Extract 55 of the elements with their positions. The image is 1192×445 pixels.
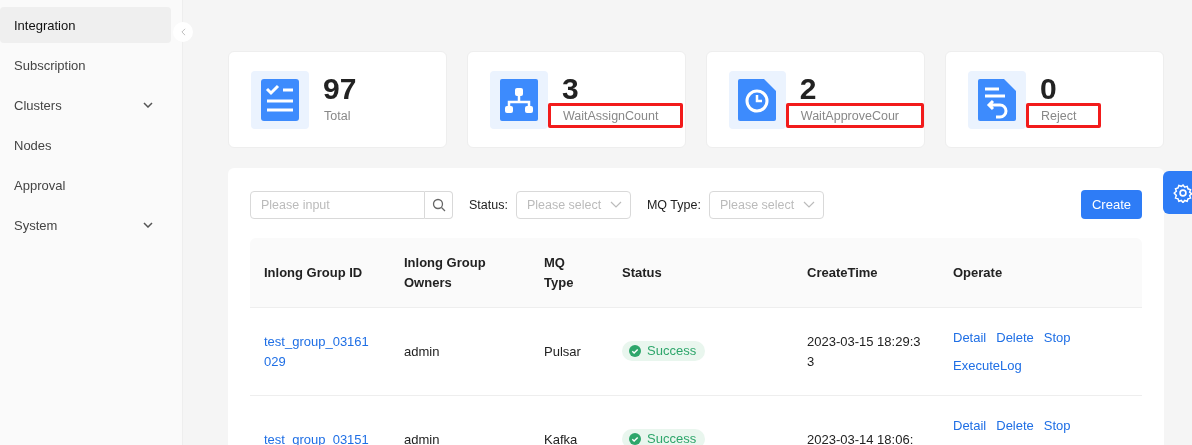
stat-label: WaitAssignCount (563, 108, 659, 123)
status-tag: Success (622, 428, 706, 445)
sidebar-item[interactable]: Clusters (0, 87, 171, 123)
check-circle-icon (629, 344, 641, 357)
group-id-link[interactable]: test_group_03161029 (264, 331, 369, 372)
action-link[interactable]: Stop (1043, 328, 1071, 348)
stat-value: 2 (799, 71, 817, 106)
action-link[interactable]: Detail (953, 328, 987, 348)
sidebar-item[interactable]: System (0, 207, 171, 243)
action-link[interactable]: Detail (953, 416, 987, 436)
stat-value: 97 (323, 71, 357, 106)
column-header: Operate (953, 264, 1003, 280)
chevron-left-icon (180, 28, 186, 36)
stat-value: 3 (562, 71, 579, 106)
search-field[interactable]: Please input (250, 190, 425, 219)
settings-button[interactable] (1163, 171, 1192, 214)
chevron-down-icon (143, 102, 153, 108)
settings-icon (1173, 182, 1192, 203)
check-circle-icon (629, 432, 641, 445)
sidebar-item[interactable]: Nodes (0, 127, 171, 163)
table-cell: admin (404, 343, 440, 359)
sidebar-item[interactable]: Subscription (0, 47, 171, 83)
stat-label: WaitApproveCour (800, 108, 899, 123)
create-button[interactable]: Create (1080, 190, 1142, 219)
sidebar-item[interactable]: Approval (0, 167, 171, 203)
column-header: Inlong Group ID (264, 264, 363, 280)
action-link[interactable]: Delete (996, 416, 1034, 436)
stat-value: 0 (1040, 71, 1057, 106)
return-document-icon (978, 78, 1016, 121)
clock-document-icon (738, 78, 777, 121)
hierarchy-icon (500, 78, 538, 121)
action-link[interactable]: Stop (1043, 416, 1071, 436)
search-icon (431, 197, 446, 212)
table-cell: Kafka (544, 431, 578, 445)
chevron-down-icon (609, 201, 622, 208)
column-header: Status (622, 264, 662, 280)
table-cell: admin (404, 431, 440, 445)
chevron-down-icon (802, 201, 815, 208)
checklist-icon (261, 78, 299, 121)
table-cell: Pulsar (544, 343, 581, 359)
table-cell-text: 2023-03-15 18:29:33 (807, 332, 922, 371)
action-link[interactable]: Delete (996, 328, 1034, 348)
stat-label: Reject (1041, 108, 1077, 123)
chevron-down-icon (143, 222, 153, 228)
filter-label: MQ Type: (646, 197, 701, 212)
sidebar-item[interactable]: Integration (0, 7, 171, 43)
filter-label: Status: (469, 197, 508, 212)
action-link[interactable]: ExecuteLog (953, 356, 1022, 376)
table-cell-text: 2023-03-14 18:06: (807, 430, 915, 445)
column-header: CreateTime (807, 264, 878, 280)
status-tag: Success (622, 340, 706, 361)
column-header: MQ Type (544, 253, 574, 292)
stat-label: Total (324, 108, 351, 123)
column-header: Inlong Group Owners (404, 254, 486, 290)
search-button[interactable] (425, 190, 453, 219)
